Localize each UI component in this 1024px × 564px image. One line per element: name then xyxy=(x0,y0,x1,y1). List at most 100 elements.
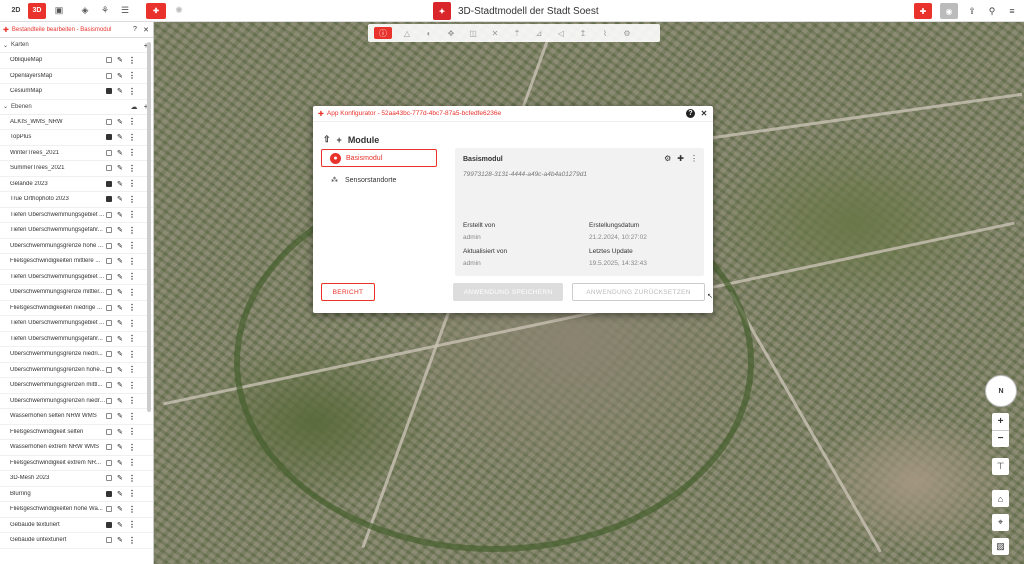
layer-checkbox[interactable] xyxy=(106,382,112,389)
edit-icon[interactable]: ✎ xyxy=(117,288,124,296)
edit-icon[interactable]: ✎ xyxy=(117,459,124,467)
edit-icon[interactable]: ✎ xyxy=(117,164,124,172)
edit-icon[interactable]: ✎ xyxy=(117,226,124,234)
layer-checkbox[interactable] xyxy=(106,118,112,125)
shadow-icon[interactable]: ◐ xyxy=(422,27,436,39)
layer-checkbox[interactable] xyxy=(106,335,112,342)
layer-row[interactable]: Überschwemmungsgrenzen niedri... ✎ ⋮ xyxy=(0,394,153,409)
more-icon[interactable]: ⋮ xyxy=(128,458,136,467)
home-icon[interactable]: ⌂ xyxy=(992,490,1009,507)
tree-icon[interactable]: ⚘ xyxy=(98,4,112,18)
layer-checkbox[interactable] xyxy=(106,242,112,249)
view-3d-button[interactable]: 3D xyxy=(28,2,46,19)
layer-checkbox[interactable] xyxy=(106,180,112,187)
layer-row[interactable]: SummerTrees_2021 ✎ ⋮ xyxy=(0,161,153,177)
close-icon[interactable]: ✕ xyxy=(142,26,150,34)
settings-icon[interactable]: ⚙ xyxy=(620,27,634,39)
layer-checkbox[interactable] xyxy=(106,227,112,234)
more-icon[interactable]: ⋮ xyxy=(128,489,136,498)
viewshed-icon[interactable]: ◁ xyxy=(554,27,568,39)
cloud-upload-icon[interactable]: ☁ xyxy=(129,103,139,111)
layer-row[interactable]: 3D-Mesh 2023 ✎ ⋮ xyxy=(0,471,153,487)
help-icon[interactable]: ? xyxy=(686,109,695,118)
edit-icon[interactable]: ✎ xyxy=(117,335,124,343)
image-icon[interactable]: ▣ xyxy=(52,4,66,18)
height-icon[interactable]: ⇡ xyxy=(510,27,524,39)
layer-row[interactable]: Fließgeschwindigkeit extrem NR... ✎ ⋮ xyxy=(0,456,153,471)
layer-row[interactable]: Gebäude texturiert ✎ ⋮ xyxy=(0,518,153,533)
layer-checkbox[interactable] xyxy=(106,134,112,141)
edit-icon[interactable]: ✎ xyxy=(117,149,124,157)
help-icon[interactable]: ? xyxy=(131,26,139,34)
layer-row[interactable]: Überschwemmungsgrenze niedri... ✎ ⋮ xyxy=(0,347,153,363)
layer-checkbox[interactable] xyxy=(106,521,112,528)
more-icon[interactable]: ⋮ xyxy=(128,71,136,80)
layer-row[interactable]: Wasserhöhen selten NRW WMS ✎ ⋮ xyxy=(0,409,153,425)
layer-checkbox[interactable] xyxy=(106,289,112,296)
layer-checkbox[interactable] xyxy=(106,444,112,451)
layer-row[interactable]: TopPlus ✎ ⋮ xyxy=(0,130,153,146)
edit-icon[interactable]: ✎ xyxy=(117,381,124,389)
sun-icon[interactable]: ✺ xyxy=(172,4,186,18)
layer-row[interactable]: Überschwemmungsgrenze mittler... ✎ ⋮ xyxy=(0,285,153,301)
layer-row[interactable]: WinterTrees_2021 ✎ ⋮ xyxy=(0,146,153,161)
layer-checkbox[interactable] xyxy=(106,397,112,404)
more-icon[interactable]: ⋮ xyxy=(128,179,136,188)
more-icon[interactable]: ⋮ xyxy=(128,210,136,219)
layer-row[interactable]: True Orthophoto 2023 ✎ ⋮ xyxy=(0,192,153,208)
add-module-icon[interactable]: + xyxy=(337,135,342,145)
layer-row[interactable]: ALKIS_WMS_NRW ✎ ⋮ xyxy=(0,115,153,130)
more-icon[interactable]: ⋮ xyxy=(128,443,136,452)
more-icon[interactable]: ⋮ xyxy=(128,241,136,250)
layer-row[interactable]: Gelände 2023 ✎ ⋮ xyxy=(0,177,153,192)
layer-checkbox[interactable] xyxy=(106,537,112,544)
more-icon[interactable]: ⋮ xyxy=(128,226,136,235)
more-icon[interactable]: ⋮ xyxy=(128,319,136,328)
edit-icon[interactable]: ✎ xyxy=(117,428,124,436)
menu-icon[interactable]: ≡ xyxy=(1006,4,1018,18)
layer-row[interactable]: Tiefen Überschwemmungsgefähr... ✎ ⋮ xyxy=(0,223,153,239)
section-karten[interactable]: ⌄ Karten + xyxy=(0,38,153,53)
edit-icon[interactable]: ✎ xyxy=(117,366,124,374)
reset-app-button[interactable]: ANWENDUNG ZURÜCKSETZEN xyxy=(572,283,705,301)
edit-icon[interactable]: ✎ xyxy=(117,490,124,498)
edit-icon[interactable]: ✎ xyxy=(117,350,124,358)
zoom-out-button[interactable]: − xyxy=(992,431,1009,448)
layer-row[interactable]: Tiefen Überschwemmungsgefähr... ✎ ⋮ xyxy=(0,332,153,347)
edit-icon[interactable]: ✎ xyxy=(117,273,124,281)
more-icon[interactable]: ⋮ xyxy=(128,164,136,173)
screenshot-icon[interactable]: ▨ xyxy=(992,538,1009,555)
layer-checkbox[interactable] xyxy=(106,490,112,497)
more-icon[interactable]: ⋮ xyxy=(128,412,136,421)
layer-checkbox[interactable] xyxy=(106,165,112,172)
edit-icon[interactable]: ✎ xyxy=(117,118,124,126)
layer-row[interactable]: Überschwemmungsgrenzen mittl... ✎ ⋮ xyxy=(0,378,153,394)
view-2d-button[interactable]: 2D xyxy=(8,3,24,19)
layer-checkbox[interactable] xyxy=(106,459,112,466)
plugin-icon[interactable]: ✚ xyxy=(677,154,684,163)
layer-row[interactable]: Tiefen Überschwemmungsgebiet ... ✎ ⋮ xyxy=(0,270,153,285)
sliders-icon[interactable]: ☰ xyxy=(118,4,132,18)
more-icon[interactable]: ⋮ xyxy=(128,396,136,405)
layer-row[interactable]: Überschwemmungsgrenze hohe ... ✎ ⋮ xyxy=(0,239,153,254)
more-icon[interactable]: ⋮ xyxy=(128,148,136,157)
tools-icon[interactable]: ✕ xyxy=(488,27,502,39)
layer-checkbox[interactable] xyxy=(106,88,112,95)
layer-checkbox[interactable] xyxy=(106,57,112,64)
layer-checkbox[interactable] xyxy=(106,506,112,513)
compass-control[interactable]: N xyxy=(985,375,1017,407)
edit-icon[interactable]: ✎ xyxy=(117,397,124,405)
layer-row[interactable]: CesiumMap ✎ ⋮ xyxy=(0,84,153,100)
layer-row[interactable]: ObliqueMap ✎ ⋮ xyxy=(0,53,153,69)
more-icon[interactable]: ⋮ xyxy=(128,87,136,96)
edit-icon[interactable]: ✎ xyxy=(117,87,124,95)
layer-row[interactable]: Fließgeschwindigkeiten niedrige ... ✎ ⋮ xyxy=(0,301,153,316)
measure-icon[interactable]: ⊿ xyxy=(532,27,546,39)
edit-icon[interactable]: ✎ xyxy=(117,505,124,513)
clip-icon[interactable]: ◫ xyxy=(466,27,480,39)
module-item-basismodul[interactable]: ● Basismodul xyxy=(321,149,437,167)
profile-icon[interactable]: ⌇ xyxy=(598,27,612,39)
edit-icon[interactable]: ✎ xyxy=(117,319,124,327)
tilt-icon[interactable]: ⊤ xyxy=(992,458,1009,475)
layer-checkbox[interactable] xyxy=(106,320,112,327)
